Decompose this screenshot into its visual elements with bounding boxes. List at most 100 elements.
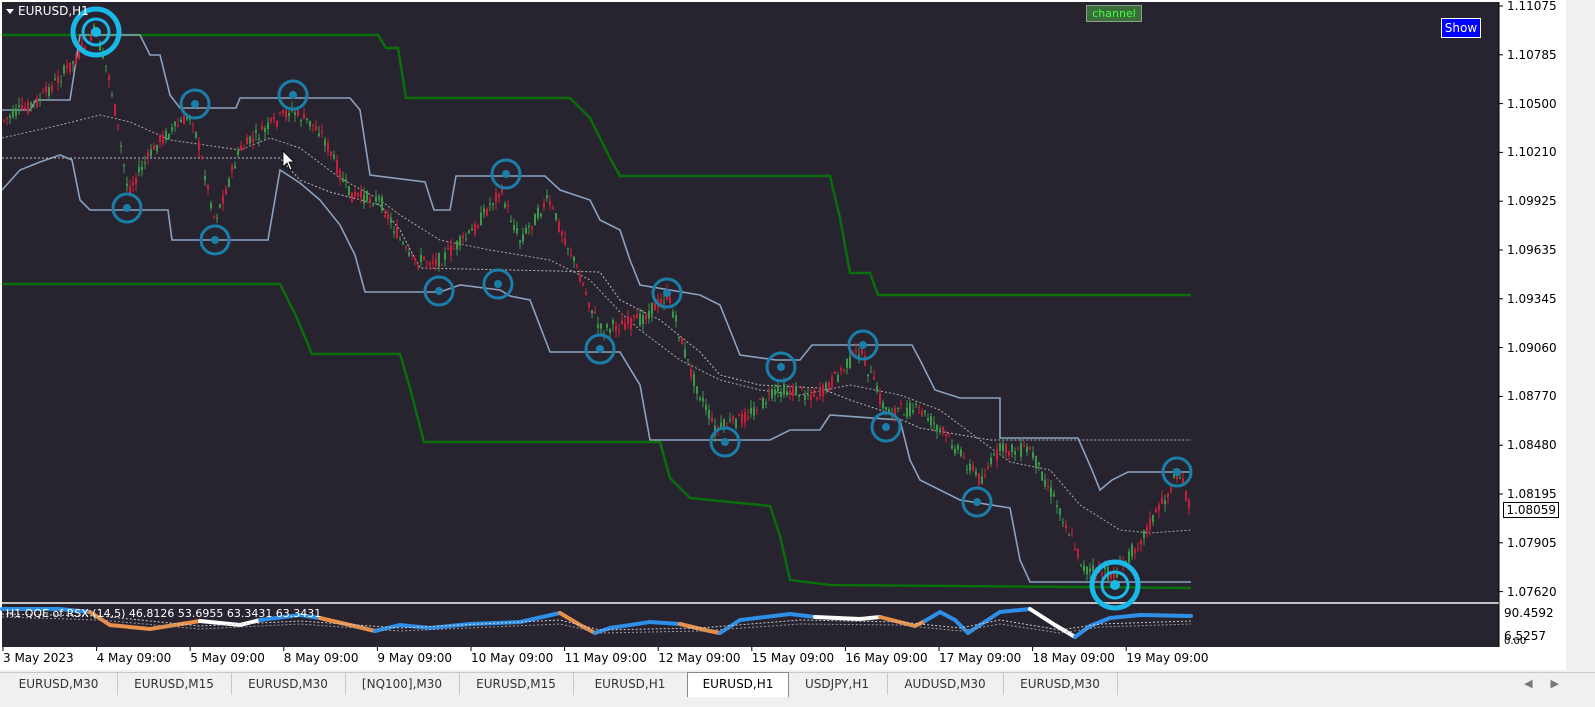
candle-body (135, 178, 137, 185)
chart-tab[interactable]: EURUSD,M30 (231, 673, 346, 695)
chart-tab[interactable]: EURUSD,M30 (1003, 673, 1118, 695)
candle-body (1071, 534, 1073, 536)
candle-body (522, 234, 524, 242)
tab-next-arrow-icon[interactable]: ▶ (1551, 677, 1577, 690)
candle-body (1104, 567, 1106, 570)
candle-body (267, 122, 269, 129)
candle-body (66, 65, 68, 68)
candle-body (945, 433, 947, 437)
indicator-scale-bottom: 0.00 (1504, 636, 1527, 647)
current-price-label: 1.08059 (1503, 502, 1559, 518)
candle-body (1128, 551, 1130, 563)
candle-body (120, 145, 122, 147)
tab-prev-arrow-icon[interactable]: ◀ (1524, 677, 1550, 690)
chart-tab[interactable]: EURUSD,M15 (117, 673, 232, 695)
candle-body (348, 185, 350, 195)
candle-body (408, 252, 410, 256)
candle-body (645, 315, 647, 320)
tab-navigation[interactable]: ◀▶ (1524, 677, 1577, 690)
candle-body (111, 94, 113, 96)
candle-body (54, 79, 56, 81)
chart-tab[interactable]: EURUSD,H1 (573, 673, 688, 695)
candle-body (477, 225, 479, 229)
candle-body (1059, 508, 1061, 516)
chart-tab[interactable]: USDJPY,H1 (787, 673, 888, 695)
candle-body (381, 197, 383, 211)
candle-body (840, 367, 842, 371)
time-tick-label: 10 May 09:00 (471, 651, 554, 665)
chart-canvas[interactable] (0, 0, 1566, 670)
candle-body (984, 475, 986, 477)
candle-body (711, 417, 713, 422)
candle-body (648, 310, 650, 319)
candle-body (33, 101, 35, 103)
candle-body (927, 418, 929, 421)
candle-body (6, 117, 8, 119)
candle-body (693, 374, 695, 387)
dropdown-triangle-icon[interactable] (6, 8, 14, 14)
candle-body (564, 238, 566, 246)
candle-body (468, 230, 470, 233)
symbol-title[interactable]: EURUSD,H1 (6, 4, 89, 18)
candle-body (1083, 565, 1085, 572)
candle-body (681, 337, 683, 345)
candle-body (825, 383, 827, 390)
candle-body (957, 445, 959, 450)
chart-tab[interactable]: EURUSD,M30 (0, 673, 118, 695)
swing-marker-dot (596, 345, 604, 353)
candle-body (516, 228, 518, 234)
channel-label[interactable]: channel (1086, 5, 1142, 22)
candle-body (1101, 572, 1103, 576)
candle-body (132, 182, 134, 186)
candle-body (18, 105, 20, 108)
candle-body (849, 356, 851, 368)
right-gutter (1566, 0, 1595, 670)
candle-body (561, 231, 563, 235)
candle-body (387, 213, 389, 219)
candle-body (1077, 548, 1079, 558)
candle-body (537, 207, 539, 219)
candle-body (606, 324, 608, 328)
candle-body (759, 399, 761, 401)
candle-body (795, 387, 797, 396)
candle-body (1161, 497, 1163, 504)
indicator-title: H1 QQE of RSX (14,5) 46.8126 53.6955 63.… (6, 607, 322, 620)
candle-body (573, 256, 575, 261)
candle-body (234, 165, 236, 169)
chart-tab[interactable]: EURUSD,M15 (459, 673, 574, 695)
candle-body (1113, 572, 1115, 579)
candle-body (768, 393, 770, 395)
candle-body (210, 203, 212, 209)
candle-body (51, 85, 53, 92)
candle-body (1026, 446, 1028, 452)
candle-body (546, 195, 548, 199)
chart-tab[interactable]: EURUSD,H1 (687, 672, 789, 697)
candle-body (453, 247, 455, 249)
candle-body (510, 220, 512, 222)
candle-body (696, 386, 698, 394)
candle-body (576, 264, 578, 267)
candle-body (936, 425, 938, 432)
candle-body (1155, 508, 1157, 513)
candle-body (885, 407, 887, 410)
candle-body (150, 149, 152, 157)
candle-body (741, 414, 743, 424)
candle-body (507, 204, 509, 208)
candle-body (687, 359, 689, 361)
candle-body (1089, 568, 1091, 572)
candle-body (903, 414, 905, 416)
candle-body (204, 176, 206, 181)
swing-marker-dot (721, 438, 729, 446)
chart-tab[interactable]: [NQ100],M30 (345, 673, 460, 695)
candle-body (27, 102, 29, 114)
candle-body (1023, 445, 1025, 447)
candle-body (1164, 500, 1166, 505)
candle-body (1041, 471, 1043, 481)
chart-tab[interactable]: AUDUSD,M30 (887, 673, 1004, 695)
candle-body (579, 276, 581, 283)
chart-window[interactable]: EURUSD,H1 channel Show H1 QQE of RSX (14… (0, 0, 1566, 670)
candle-body (708, 410, 710, 419)
candle-body (357, 192, 359, 196)
show-button[interactable]: Show (1441, 18, 1481, 38)
candle-body (912, 410, 914, 413)
